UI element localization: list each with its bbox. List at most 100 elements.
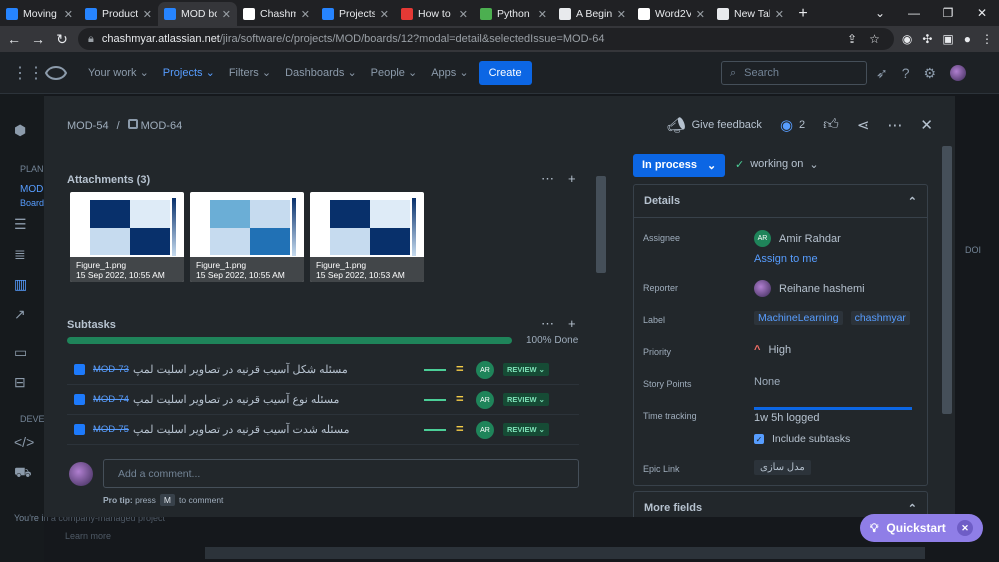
subtask-summary[interactable]: مسئله شدت آسیب قرنیه در تصاویر اسلیت لمپ xyxy=(133,423,349,436)
browser-tab[interactable]: New Tab ✕ xyxy=(711,2,790,26)
browser-tab[interactable]: Word2V ✕ xyxy=(632,2,711,26)
subtask-row[interactable]: MOD-73 مسئله شکل آسیب قرنیه در تصاویر اسل… xyxy=(67,355,579,385)
nav-people[interactable]: People ⌄ xyxy=(371,66,418,79)
back-icon[interactable]: ← xyxy=(6,31,22,47)
breadcrumb-issue[interactable]: MOD-64 xyxy=(127,119,182,132)
time-tracking-bar[interactable] xyxy=(754,407,912,410)
quickstart-button[interactable]: 💡︎ Quickstart ✕ xyxy=(860,514,983,542)
attachment-thumbnail[interactable]: Figure_1.png 15 Sep 2022, 10:55 AM xyxy=(70,192,184,282)
label-chip[interactable]: MachineLearning xyxy=(754,311,843,325)
share-page-icon[interactable]: ⇪ xyxy=(847,32,857,46)
thumbs-up-icon[interactable]: 👍︎ xyxy=(823,116,839,134)
address-bar[interactable]: 🔒︎ chashmyar.atlassian.net/jira/software… xyxy=(78,28,894,50)
include-subtasks-checkbox[interactable]: ✓ Include subtasks xyxy=(754,433,850,445)
minimize-icon[interactable]: — xyxy=(897,0,931,26)
subtask-status-badge[interactable]: REVIEW ⌄ xyxy=(503,423,549,436)
forward-icon[interactable]: → xyxy=(30,31,46,47)
subtask-summary[interactable]: مسئله نوع آسیب قرنیه در تصاویر اسلیت لمپ xyxy=(133,393,339,406)
assign-to-me-link[interactable]: Assign to me xyxy=(754,253,818,265)
reports-icon[interactable]: ↗ xyxy=(14,306,26,323)
subtask-row[interactable]: MOD-75 مسئله شدت آسیب قرنیه در تصاویر اسل… xyxy=(67,415,579,445)
watch-button[interactable]: ◉ 2 xyxy=(780,116,805,134)
new-tab-button[interactable]: + xyxy=(790,2,816,26)
help-icon[interactable]: ? xyxy=(902,65,910,82)
bookmark-star-icon[interactable]: ☆ xyxy=(869,32,880,46)
search-input[interactable]: ⌕ Search xyxy=(721,61,867,85)
create-button[interactable]: Create xyxy=(478,60,532,85)
tab-close-icon[interactable]: ✕ xyxy=(380,8,389,21)
roadmap-icon[interactable]: ☰ xyxy=(14,216,27,233)
more-actions-icon[interactable]: ⋯ xyxy=(887,116,902,134)
browser-tab[interactable]: Python ✕ xyxy=(474,2,553,26)
browser-tab[interactable]: MOD bo ✕ xyxy=(158,2,237,26)
browser-tab[interactable]: Product ✕ xyxy=(79,2,158,26)
sidebar-project-short[interactable]: MOD xyxy=(20,184,43,195)
subtask-summary[interactable]: مسئله شکل آسیب قرنیه در تصاویر اسلیت لمپ xyxy=(133,363,348,376)
attachments-more-icon[interactable]: ⋯ xyxy=(541,171,554,187)
extensions-puzzle-icon[interactable]: ✣ xyxy=(922,32,932,46)
tab-close-icon[interactable]: ✕ xyxy=(301,8,310,21)
profile-icon[interactable]: ● xyxy=(964,32,971,46)
browser-tab[interactable]: Chashm ✕ xyxy=(237,2,316,26)
sidebar-board-short[interactable]: Board xyxy=(20,198,44,208)
add-attachment-icon[interactable]: + xyxy=(568,171,576,187)
tab-close-icon[interactable]: ✕ xyxy=(696,8,705,21)
pages-icon[interactable]: ▭ xyxy=(14,344,27,361)
subtask-status-badge[interactable]: REVIEW ⌄ xyxy=(503,393,549,406)
tab-close-icon[interactable]: ✕ xyxy=(775,8,784,21)
nav-projects[interactable]: Projects ⌄ xyxy=(163,66,215,79)
notifications-rocket-icon[interactable]: ➶ xyxy=(876,65,888,82)
tab-search-icon[interactable]: ⌄ xyxy=(863,0,897,26)
user-avatar[interactable] xyxy=(950,65,967,81)
tab-close-icon[interactable]: ✕ xyxy=(64,8,73,21)
browser-tab[interactable]: How to ✕ xyxy=(395,2,474,26)
tab-close-icon[interactable]: ✕ xyxy=(538,8,547,21)
subtask-key[interactable]: MOD-73 xyxy=(93,364,133,375)
side-panel-icon[interactable]: ▣ xyxy=(942,32,953,46)
subtask-assignee-avatar[interactable]: AR xyxy=(476,361,494,379)
details-header[interactable]: Details ⌃ xyxy=(634,185,927,218)
jira-logo[interactable] xyxy=(42,63,70,83)
attachment-thumbnail[interactable]: Figure_1.png 15 Sep 2022, 10:55 AM xyxy=(190,192,304,282)
nav-filters[interactable]: Filters ⌄ xyxy=(229,66,271,79)
restore-icon[interactable]: ❐ xyxy=(931,0,965,26)
settings-gear-icon[interactable]: ⚙ xyxy=(924,65,937,82)
subtask-key[interactable]: MOD-75 xyxy=(93,424,133,435)
add-subtask-icon[interactable]: + xyxy=(568,316,576,332)
subtask-row[interactable]: MOD-74 مسئله نوع آسیب قرنیه در تصاویر اسل… xyxy=(67,385,579,415)
issues-icon[interactable]: ⊟ xyxy=(14,374,26,391)
nav-apps[interactable]: Apps ⌄ xyxy=(431,66,468,79)
story-points-value[interactable]: None xyxy=(754,376,780,388)
labels-value[interactable]: MachineLearning chashmyar xyxy=(754,311,910,325)
project-icon[interactable]: ⬢ xyxy=(14,122,26,139)
subtasks-more-icon[interactable]: ⋯ xyxy=(541,316,554,332)
give-feedback-button[interactable]: 📣︎ Give feedback xyxy=(667,116,762,134)
close-quickstart-icon[interactable]: ✕ xyxy=(957,520,973,536)
close-window-icon[interactable]: ✕ xyxy=(965,0,999,26)
browser-tab[interactable]: Moving ✕ xyxy=(0,2,79,26)
subtask-assignee-avatar[interactable]: AR xyxy=(476,391,494,409)
tab-close-icon[interactable]: ✕ xyxy=(222,8,231,21)
tab-close-icon[interactable]: ✕ xyxy=(459,8,468,21)
subtask-status-badge[interactable]: REVIEW ⌄ xyxy=(503,363,549,376)
right-column-scrollbar[interactable] xyxy=(942,146,952,414)
priority-value[interactable]: ^ High xyxy=(754,344,791,356)
browser-menu-icon[interactable]: ⋮ xyxy=(981,32,993,46)
breadcrumb-parent[interactable]: MOD-54 xyxy=(67,120,109,132)
tab-close-icon[interactable]: ✕ xyxy=(617,8,626,21)
board-icon[interactable]: ▥ xyxy=(14,276,27,293)
left-column-scrollbar[interactable] xyxy=(596,176,606,273)
backlog-icon[interactable]: ≣ xyxy=(14,246,26,263)
comment-input[interactable]: Add a comment... xyxy=(103,459,579,488)
epic-link-value[interactable]: مدل سازی xyxy=(754,460,811,475)
status-dropdown[interactable]: In process ⌄ xyxy=(633,154,726,177)
extension-glasses-icon[interactable]: ◉ xyxy=(902,32,912,46)
reporter-value[interactable]: Reihane hashemi xyxy=(754,280,865,297)
label-chip[interactable]: chashmyar xyxy=(850,311,910,325)
subtask-key[interactable]: MOD-74 xyxy=(93,394,133,405)
nav-dashboards[interactable]: Dashboards ⌄ xyxy=(285,66,357,79)
app-switcher-icon[interactable]: ⋮⋮ xyxy=(12,63,44,83)
subtask-assignee-avatar[interactable]: AR xyxy=(476,421,494,439)
code-icon[interactable]: </> xyxy=(14,434,34,450)
browser-tab[interactable]: Projects ✕ xyxy=(316,2,395,26)
